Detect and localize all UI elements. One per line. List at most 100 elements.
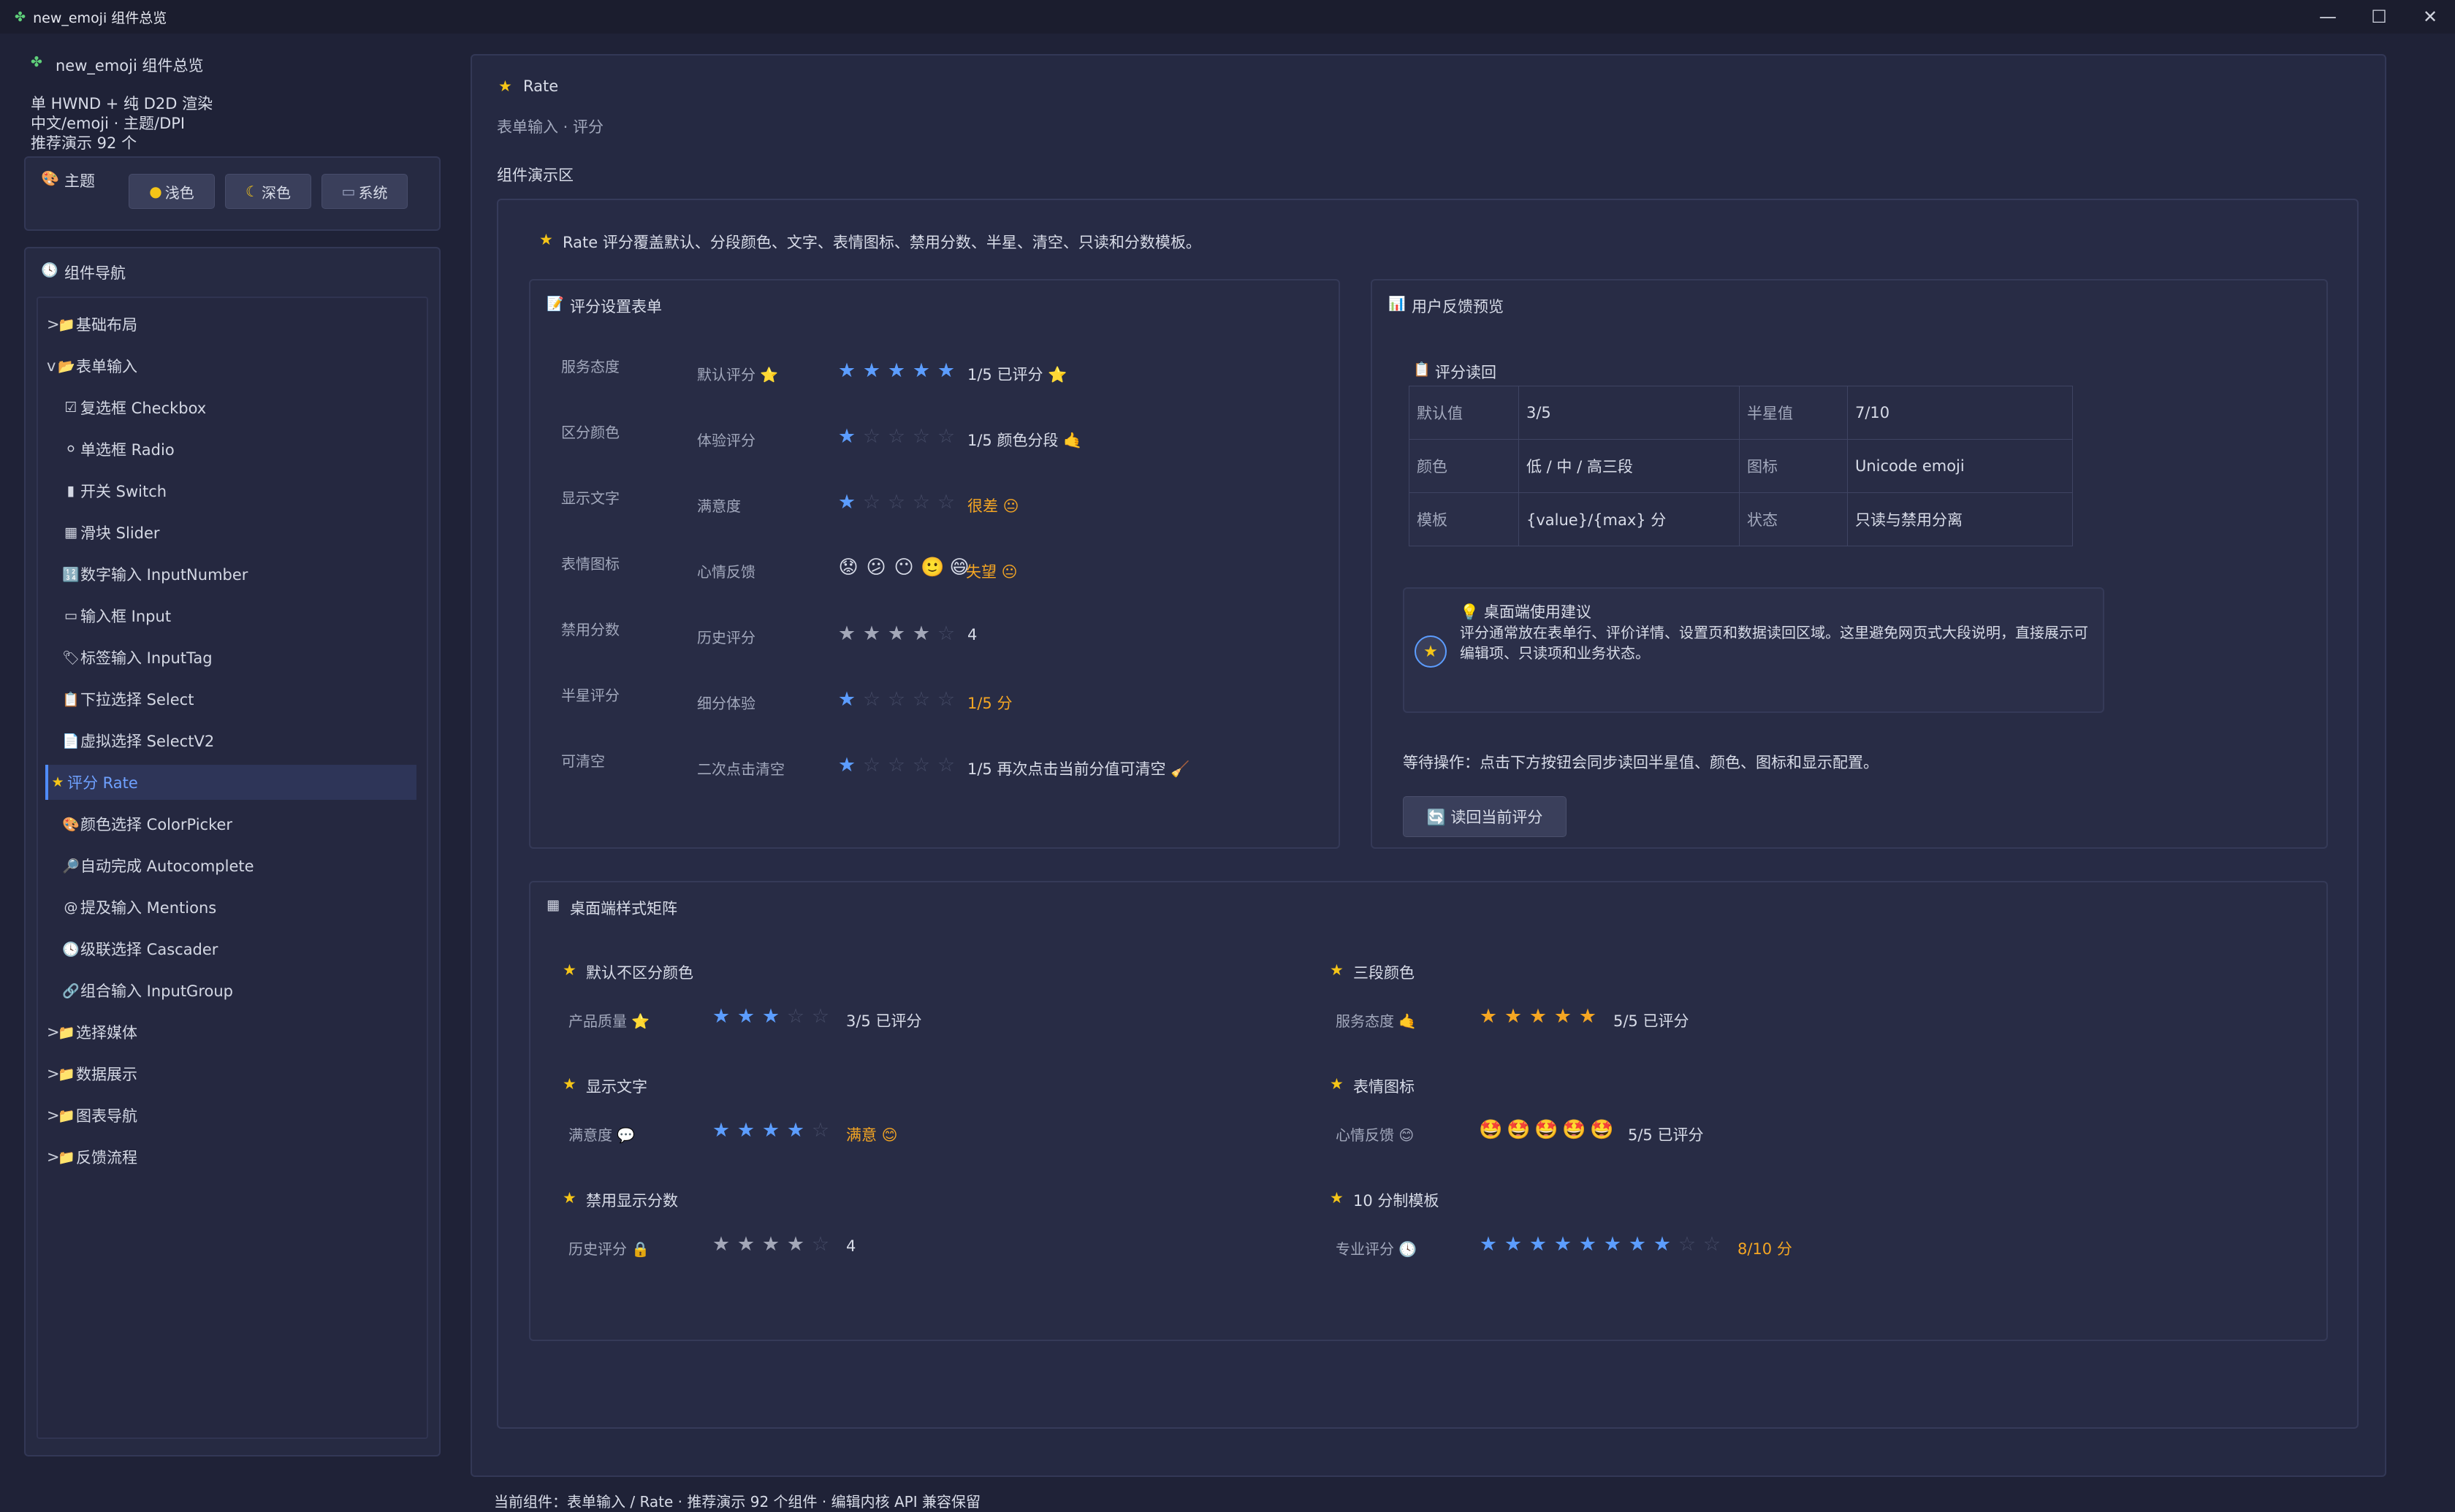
star-icon-filled[interactable]: ★ [761,1234,780,1254]
star-icon-filled[interactable]: ★ [1504,1234,1523,1254]
star-icon-filled[interactable]: ★ [887,624,906,644]
star-icon-filled[interactable]: ★ [1578,1007,1597,1026]
star-icon-empty[interactable]: ☆ [811,1007,830,1026]
star-icon-empty[interactable]: ☆ [937,492,956,512]
nav-item-group[interactable]: v 📂 表单输入 [47,348,416,383]
emoji-rate-icon[interactable]: 🙂 [921,558,944,577]
nav-item-component[interactable]: 🔗 组合输入 InputGroup [61,973,416,1008]
rate-control[interactable]: 😟 😕 😶 🙂 😄 [837,558,970,577]
star-icon-filled[interactable]: ★ [736,1234,755,1254]
star-icon-filled[interactable]: ★ [837,361,856,381]
star-icon-filled[interactable]: ★ [912,361,931,381]
star-icon-filled[interactable]: ★ [786,1234,805,1254]
rate-control[interactable]: ★ ★ ★ ★ ☆ [712,1234,830,1254]
nav-item-component[interactable]: 📋 下拉选择 Select [61,681,416,717]
emoji-rate-icon[interactable]: 🤩 [1590,1120,1613,1139]
star-icon-filled[interactable]: ★ [1653,1234,1672,1254]
minimize-button[interactable]: — [2303,0,2353,34]
nav-item-component[interactable]: ★ 评分 Rate [45,765,416,800]
nav-item-component[interactable]: 🔢 数字输入 InputNumber [61,557,416,592]
rate-control[interactable]: ★ ☆ ☆ ☆ ☆ [837,427,956,446]
rate-control[interactable]: ★ ☆ ☆ ☆ ☆ [837,690,956,709]
star-icon-empty[interactable]: ☆ [912,427,931,446]
nav-item-group[interactable]: > 📁 选择媒体 [47,1015,416,1050]
star-icon-empty[interactable]: ☆ [1702,1234,1721,1254]
star-icon-filled[interactable]: ★ [937,361,956,381]
star-icon-empty[interactable]: ☆ [786,1007,805,1026]
rate-control[interactable]: ★ ★ ★ ★ ★ [1479,1007,1597,1026]
star-icon-empty[interactable]: ☆ [1678,1234,1697,1254]
star-icon-empty[interactable]: ☆ [862,492,881,512]
star-icon-empty[interactable]: ☆ [887,492,906,512]
nav-item-component[interactable]: ▦ 滑块 Slider [61,515,416,550]
star-icon-empty[interactable]: ☆ [937,755,956,775]
emoji-rate-icon[interactable]: 🤩 [1562,1120,1586,1139]
star-icon-empty[interactable]: ☆ [912,492,931,512]
star-icon-filled[interactable]: ★ [1479,1007,1498,1026]
star-icon-filled[interactable]: ★ [837,492,856,512]
emoji-rate-icon[interactable]: 🤩 [1479,1120,1502,1139]
star-icon-filled[interactable]: ★ [1628,1234,1647,1254]
star-icon-empty[interactable]: ☆ [887,427,906,446]
nav-item-component[interactable]: ☑ 复选框 Checkbox [61,390,416,425]
star-icon-empty[interactable]: ☆ [937,690,956,709]
star-icon-filled[interactable]: ★ [1553,1234,1572,1254]
rate-control[interactable]: ★ ★ ★ ★ ★ [837,361,956,381]
star-icon-empty[interactable]: ☆ [811,1234,830,1254]
theme-dark-button[interactable]: ☾ 深色 [225,174,311,209]
nav-item-component[interactable]: 🕓 级联选择 Cascader [61,931,416,966]
nav-item-component[interactable]: 📄 虚拟选择 SelectV2 [61,723,416,758]
rate-control[interactable]: ★ ★ ★ ☆ ☆ [712,1007,830,1026]
star-icon-filled[interactable]: ★ [1504,1007,1523,1026]
star-icon-filled[interactable]: ★ [786,1120,805,1140]
emoji-rate-icon[interactable]: 🤩 [1507,1120,1530,1139]
rate-control[interactable]: 🤩 🤩 🤩 🤩 🤩 [1479,1120,1613,1139]
close-button[interactable]: ✕ [2405,0,2455,34]
nav-item-component[interactable]: 🏷 标签输入 InputTag [61,640,416,675]
rate-control[interactable]: ★ ☆ ☆ ☆ ☆ [837,492,956,512]
star-icon-filled[interactable]: ★ [712,1120,731,1140]
rate-control[interactable]: ★ ★ ★ ★ ☆ [837,624,956,644]
star-icon-filled[interactable]: ★ [837,624,856,644]
nav-item-group[interactable]: > 📁 图表导航 [47,1098,416,1133]
emoji-rate-icon[interactable]: 😟 [837,558,859,577]
star-icon-filled[interactable]: ★ [761,1120,780,1140]
nav-item-component[interactable]: ▮ 开关 Switch [61,473,416,508]
star-icon-filled[interactable]: ★ [712,1007,731,1026]
star-icon-filled[interactable]: ★ [761,1007,780,1026]
read-back-button[interactable]: 🔄 读回当前评分 [1403,796,1567,837]
star-icon-empty[interactable]: ☆ [912,755,931,775]
rate-control[interactable]: ★ ★ ★ ★ ☆ [712,1120,830,1140]
star-icon-filled[interactable]: ★ [1529,1234,1548,1254]
theme-light-button[interactable]: ● 浅色 [129,174,215,209]
star-icon-empty[interactable]: ☆ [862,755,881,775]
emoji-rate-icon[interactable]: 🤩 [1534,1120,1558,1139]
nav-item-group[interactable]: > 📁 反馈流程 [47,1139,416,1175]
maximize-button[interactable]: ☐ [2354,0,2404,34]
star-icon-empty[interactable]: ☆ [887,755,906,775]
star-icon-filled[interactable]: ★ [736,1007,755,1026]
star-icon-filled[interactable]: ★ [1529,1007,1548,1026]
nav-item-group[interactable]: > 📁 数据展示 [47,1056,416,1091]
nav-item-group[interactable]: > 📁 基础布局 [47,307,416,342]
emoji-rate-icon[interactable]: 😕 [865,558,887,577]
star-icon-filled[interactable]: ★ [1603,1234,1622,1254]
star-icon-filled[interactable]: ★ [862,361,881,381]
star-icon-empty[interactable]: ☆ [937,427,956,446]
nav-item-component[interactable]: 🔎 自动完成 Autocomplete [61,848,416,883]
star-icon-filled[interactable]: ★ [1578,1234,1597,1254]
star-icon-empty[interactable]: ☆ [887,690,906,709]
star-icon-filled[interactable]: ★ [862,624,881,644]
star-icon-filled[interactable]: ★ [736,1120,755,1140]
theme-system-button[interactable]: ▭ 系统 [321,174,408,209]
star-icon-filled[interactable]: ★ [1479,1234,1498,1254]
star-icon-filled[interactable]: ★ [912,624,931,644]
star-icon-filled[interactable]: ★ [887,361,906,381]
star-icon-filled[interactable]: ★ [837,690,856,709]
star-icon-empty[interactable]: ☆ [862,690,881,709]
nav-item-component[interactable]: @ 提及输入 Mentions [61,890,416,925]
star-icon-empty[interactable]: ☆ [912,690,931,709]
rate-control[interactable]: ★ ☆ ☆ ☆ ☆ [837,755,956,775]
star-icon-filled[interactable]: ★ [837,427,856,446]
star-icon-empty[interactable]: ☆ [937,624,956,644]
